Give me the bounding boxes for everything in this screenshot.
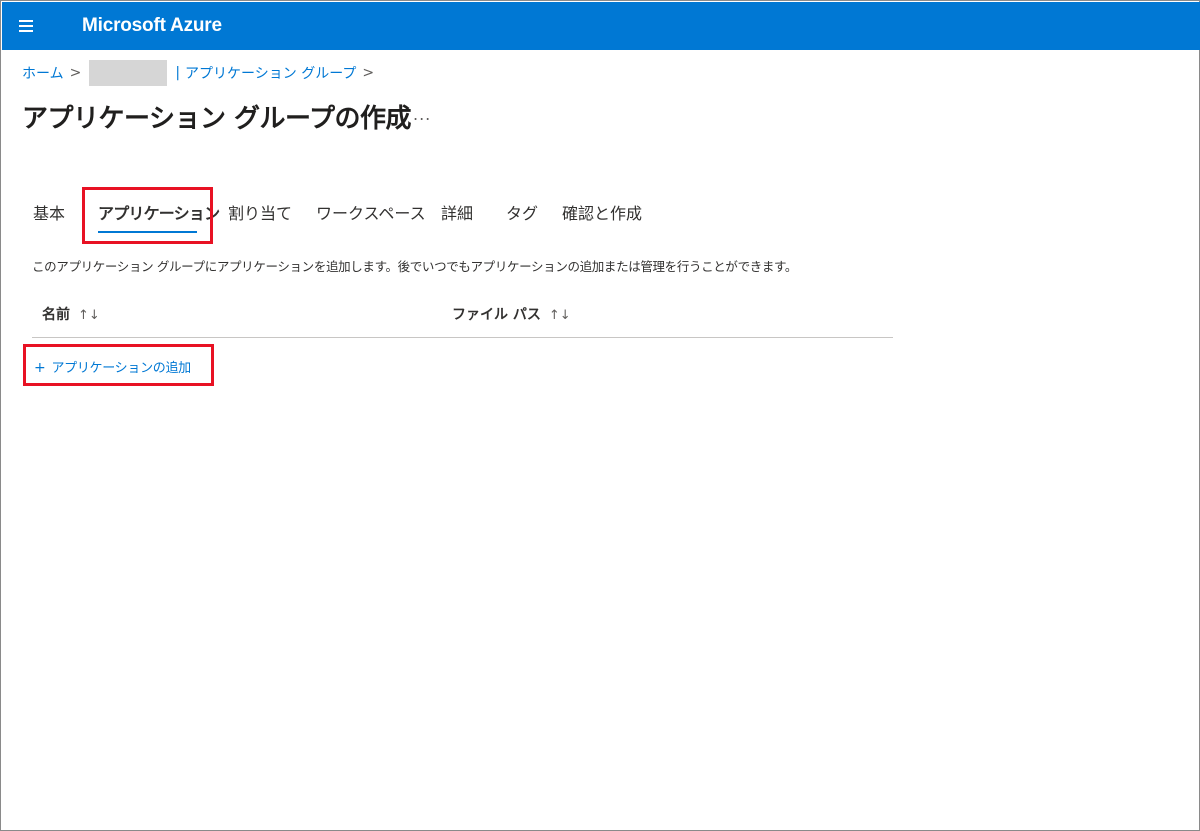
column-header-name[interactable]: 名前 ↑↓: [42, 304, 100, 324]
tab-assignments[interactable]: 割り当て: [228, 197, 292, 233]
brand-title[interactable]: Microsoft Azure: [82, 15, 222, 37]
tab-review-create[interactable]: 確認と作成: [562, 197, 642, 233]
top-bar: Microsoft Azure: [2, 2, 1200, 50]
window-frame: Microsoft Azure ホーム > | アプリケーション グループ > …: [0, 0, 1200, 831]
tab-tags[interactable]: タグ: [506, 197, 538, 233]
description-text: このアプリケーション グループにアプリケーションを追加します。後でいつでもアプリ…: [32, 259, 798, 274]
highlight-box-tab: [82, 187, 213, 244]
breadcrumb-redacted-resource[interactable]: [89, 60, 168, 86]
breadcrumb-separator-end: >: [362, 65, 375, 81]
sort-icon[interactable]: ↑↓: [78, 308, 100, 323]
breadcrumb-home[interactable]: ホーム: [22, 63, 64, 83]
tab-advanced[interactable]: 詳細: [441, 197, 473, 233]
highlight-box-add-application: [23, 344, 214, 386]
tab-workspace[interactable]: ワークスペース: [316, 197, 426, 233]
column-header-file-path[interactable]: ファイル パス ↑↓: [452, 304, 571, 324]
tab-basics[interactable]: 基本: [33, 197, 65, 233]
hamburger-icon[interactable]: [16, 16, 38, 36]
breadcrumb-divider: |: [175, 65, 181, 81]
table-header: 名前 ↑↓ ファイル パス ↑↓: [32, 301, 893, 338]
page-title: アプリケーション グループの作成: [22, 104, 411, 134]
breadcrumb-application-group[interactable]: アプリケーション グループ: [185, 63, 356, 83]
more-options-button[interactable]: ...: [413, 105, 431, 124]
sort-icon[interactable]: ↑↓: [549, 308, 571, 323]
breadcrumb-separator: >: [69, 65, 82, 81]
column-header-file-path-label: ファイル パス: [452, 307, 541, 323]
breadcrumb: ホーム > | アプリケーション グループ >: [22, 60, 380, 86]
column-header-name-label: 名前: [42, 307, 70, 323]
